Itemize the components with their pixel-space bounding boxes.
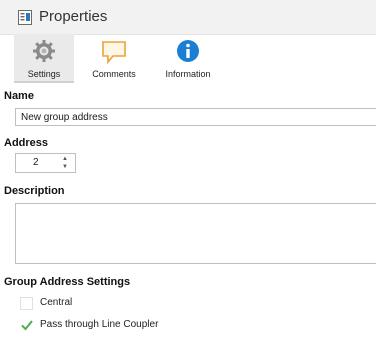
central-checkbox[interactable]: Central [20, 297, 320, 313]
description-label: Description [4, 185, 65, 197]
pass-through-checkbox[interactable]: Pass through Line Coupler [20, 319, 320, 335]
properties-doc-icon [18, 10, 32, 25]
tab-comments[interactable]: Comments [82, 34, 146, 83]
address-stepper[interactable]: 2 ▲ ▼ [15, 153, 76, 173]
info-icon [177, 40, 199, 62]
central-checkbox-box[interactable] [20, 297, 33, 310]
tab-information[interactable]: Information [152, 34, 224, 83]
address-value: 2 [33, 157, 39, 168]
pass-through-label: Pass through Line Coupler [40, 319, 159, 330]
address-label: Address [4, 137, 49, 149]
central-label: Central [40, 297, 73, 308]
checkmark-icon[interactable] [20, 318, 34, 332]
tab-information-label: Information [165, 69, 211, 79]
tab-settings[interactable]: Settings [14, 34, 74, 83]
name-field[interactable]: New group address [15, 108, 376, 126]
panel-title: Properties [39, 8, 108, 25]
group-settings-label: Group Address Settings [4, 276, 131, 288]
tab-settings-label: Settings [27, 69, 61, 79]
panel-header: Properties [0, 0, 376, 35]
properties-panel: Properties Settings Comments Information… [0, 0, 376, 338]
tab-comments-label: Comments [92, 69, 136, 79]
tab-bar: Settings Comments Information [14, 34, 376, 83]
stepper-down-icon[interactable]: ▼ [61, 163, 69, 171]
gear-icon [33, 40, 55, 62]
description-field[interactable] [15, 203, 376, 264]
stepper-up-icon[interactable]: ▲ [61, 155, 69, 163]
name-label: Name [4, 90, 34, 102]
comment-icon [102, 41, 126, 65]
